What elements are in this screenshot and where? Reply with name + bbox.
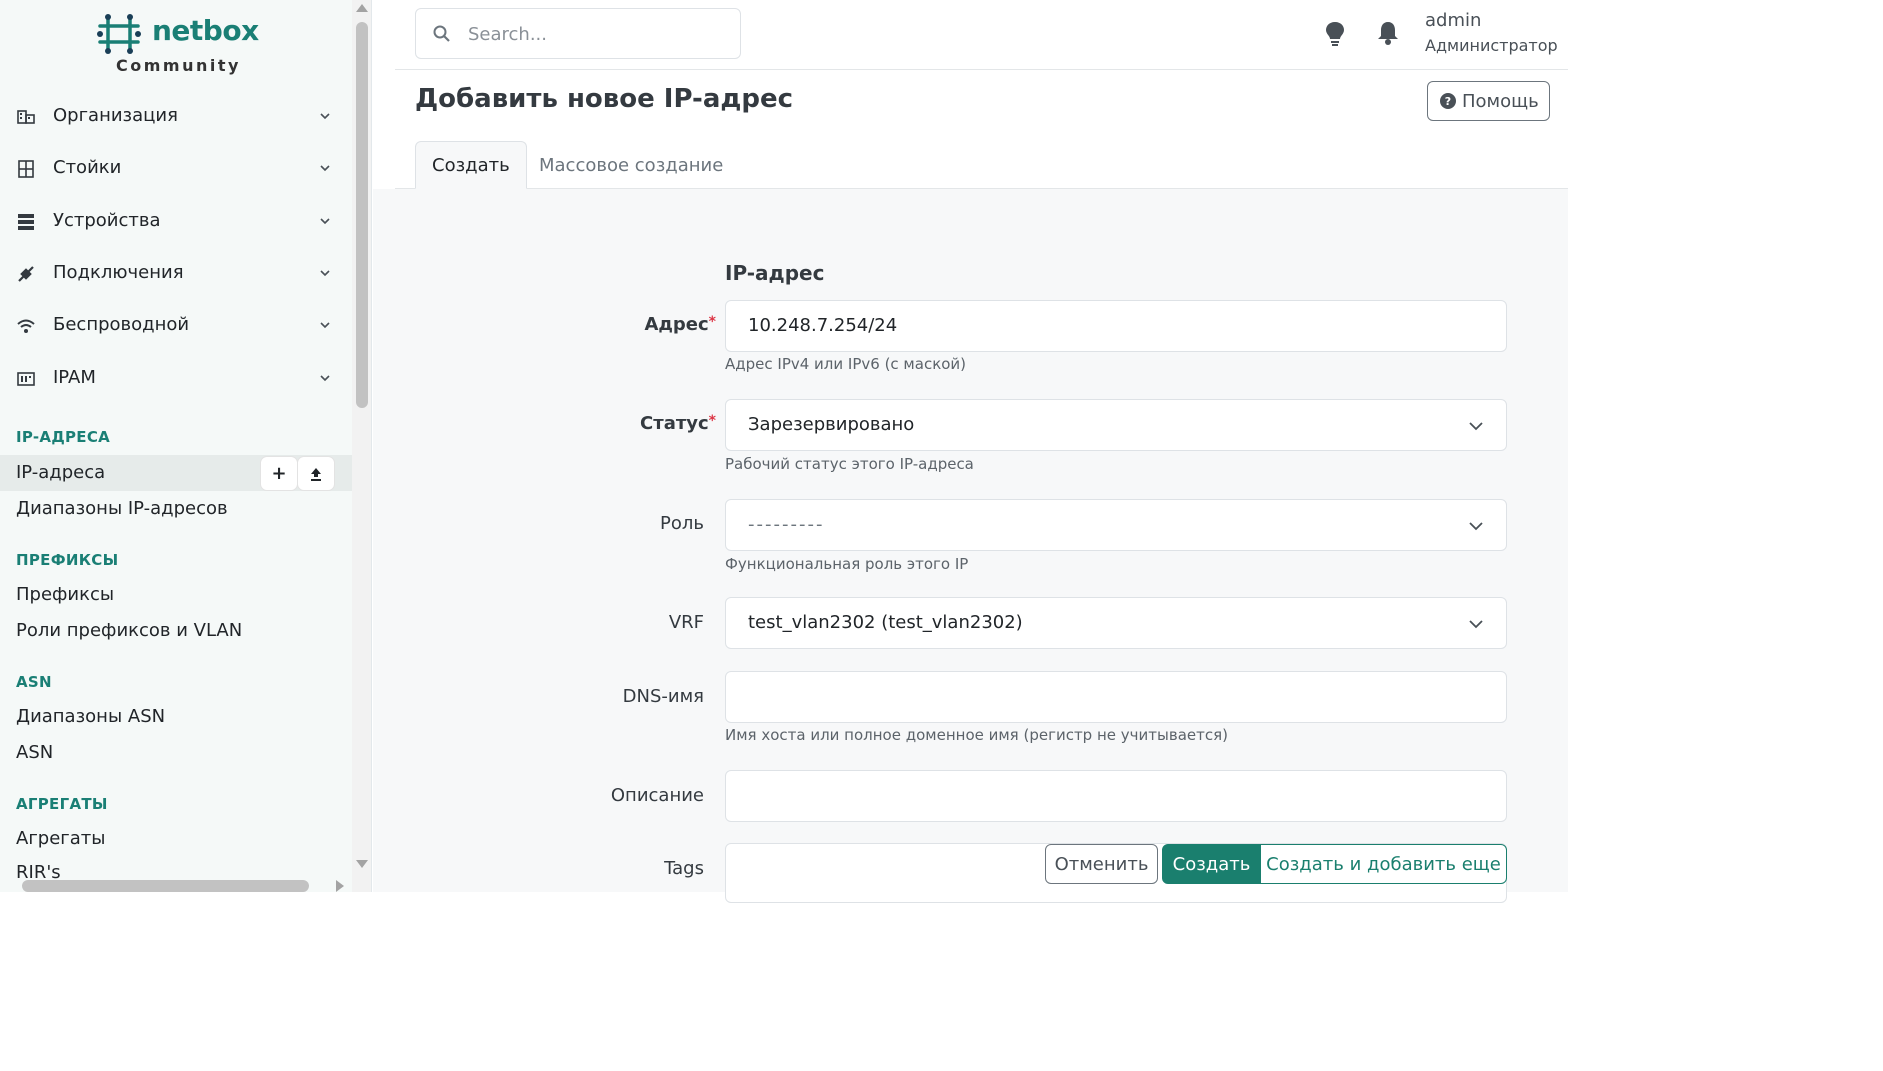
chevron-down-icon: [320, 270, 330, 277]
search-icon: [433, 25, 450, 42]
add-ip-button[interactable]: +: [261, 457, 297, 490]
lightbulb-icon[interactable]: [1324, 20, 1346, 46]
chevron-down-icon: [1469, 522, 1483, 531]
sidebar-item-prefix-roles[interactable]: Роли префиксов и VLAN: [16, 620, 242, 641]
nav-group-organization[interactable]: Организация: [0, 91, 352, 143]
nav-group-label: Беспроводной: [53, 314, 190, 335]
description-label: Описание: [610, 785, 704, 806]
section-title-prefixes: ПРЕФИКСЫ: [16, 551, 119, 569]
create-button[interactable]: Создать: [1162, 844, 1261, 884]
page-title: Добавить новое IP-адрес: [415, 84, 794, 114]
chevron-down-icon: [320, 322, 330, 329]
vrf-value: test_vlan2302 (test_vlan2302): [748, 612, 1023, 633]
nav-group-wireless[interactable]: Беспроводной: [0, 300, 352, 352]
tags-label: Tags: [664, 858, 704, 879]
status-select[interactable]: Зарезервировано: [725, 399, 1507, 451]
form-area: IP-адрес Адрес* 10.248.7.254/24 Адрес IP…: [373, 189, 1568, 903]
address-help: Адрес IPv4 или IPv6 (с маской): [725, 355, 967, 373]
required-mark: *: [708, 413, 716, 429]
nav-group-racks[interactable]: Стойки: [0, 143, 352, 195]
sidebar: netbox Community Организация Стойки Устр…: [0, 0, 372, 892]
vrf-select[interactable]: test_vlan2302 (test_vlan2302): [725, 597, 1507, 649]
tab-bulk-create[interactable]: Массовое создание: [523, 141, 739, 189]
import-ip-button[interactable]: [298, 457, 334, 490]
create-and-add-another-button[interactable]: Создать и добавить еще: [1260, 844, 1507, 884]
search-input[interactable]: [468, 21, 728, 47]
connection-icon: [18, 266, 34, 282]
nav-group-ipam[interactable]: IPAM: [0, 353, 352, 405]
chevron-down-icon: [320, 113, 330, 120]
nav-group-label: Подключения: [53, 262, 184, 283]
question-circle-icon: ?: [1440, 93, 1456, 109]
netbox-logo-icon: [97, 14, 141, 54]
chevron-down-icon: [1469, 422, 1483, 431]
sidebar-item-ip-ranges[interactable]: Диапазоны IP-адресов: [16, 498, 228, 519]
section-title-aggregates: АГРЕГАТЫ: [16, 795, 108, 813]
sidebar-scroll-thumb[interactable]: [356, 22, 368, 408]
tab-create[interactable]: Создать: [415, 141, 527, 189]
chevron-down-icon: [1469, 620, 1483, 629]
scroll-right-arrow-icon[interactable]: [336, 880, 344, 892]
top-header: admin Администратор: [395, 0, 1568, 70]
wifi-icon: [17, 319, 35, 333]
address-label: Адрес*: [385, 314, 716, 335]
role-select[interactable]: ---------: [725, 499, 1507, 551]
search-box[interactable]: [415, 8, 741, 59]
upload-icon: [311, 467, 321, 481]
chevron-down-icon: [320, 218, 330, 225]
status-label: Статус*: [385, 413, 716, 434]
rack-icon: [18, 160, 34, 178]
server-icon: [18, 214, 34, 230]
section-title-ip-addresses: IP-АДРЕСА: [16, 428, 111, 446]
status-label-text: Статус: [640, 413, 709, 434]
status-value: Зарезервировано: [748, 414, 915, 435]
sidebar-item-asn-ranges[interactable]: Диапазоны ASN: [16, 706, 165, 727]
help-button-label: Помощь: [1462, 90, 1539, 112]
vrf-label: VRF: [668, 612, 704, 633]
nav-group-label: Устройства: [53, 210, 161, 231]
section-title-asn: ASN: [16, 673, 52, 691]
user-name[interactable]: admin: [1425, 10, 1481, 31]
netbox-logo[interactable]: netbox Community: [96, 12, 259, 78]
user-role[interactable]: Администратор: [1425, 36, 1558, 55]
required-mark: *: [708, 314, 716, 330]
sidebar-item-prefixes[interactable]: Префиксы: [16, 584, 114, 605]
description-input[interactable]: [725, 770, 1507, 822]
dns-name-help: Имя хоста или полное доменное имя (регис…: [725, 726, 1228, 744]
chevron-down-icon: [320, 165, 330, 172]
nav-group-label: Стойки: [53, 157, 122, 178]
nav-group-connections[interactable]: Подключения: [0, 248, 352, 300]
sidebar-item-asn[interactable]: ASN: [16, 742, 53, 763]
scroll-down-arrow-icon[interactable]: [356, 860, 368, 868]
sidebar-item-aggregates[interactable]: Агрегаты: [16, 828, 105, 849]
role-label: Роль: [660, 513, 704, 534]
address-field[interactable]: 10.248.7.254/24: [725, 300, 1507, 352]
notification-bell-icon[interactable]: [1376, 20, 1400, 46]
domain-icon: [17, 110, 35, 124]
nav-group-label: IPAM: [53, 367, 96, 388]
sidebar-horizontal-scroll-thumb[interactable]: [22, 880, 309, 892]
logo-wordmark: netbox: [152, 14, 259, 47]
address-value: 10.248.7.254/24: [748, 315, 898, 336]
status-help: Рабочий статус этого IP-адреса: [725, 455, 974, 473]
form-section-title: IP-адрес: [725, 261, 825, 285]
dns-name-label: DNS-имя: [622, 686, 704, 707]
sidebar-item-ip-addresses[interactable]: IP-адреса: [16, 462, 105, 483]
logo-edition: Community: [116, 56, 241, 75]
chevron-down-icon: [320, 375, 330, 382]
role-value: ---------: [748, 514, 825, 535]
role-help: Функциональная роль этого IP: [725, 555, 969, 573]
cancel-button[interactable]: Отменить: [1045, 844, 1158, 884]
address-label-text: Адрес: [644, 314, 709, 335]
ipam-icon: [17, 372, 35, 386]
help-button[interactable]: ? Помощь: [1427, 81, 1550, 121]
nav-group-devices[interactable]: Устройства: [0, 196, 352, 248]
page-header: Добавить новое IP-адрес ? Помощь Создать…: [395, 70, 1568, 189]
scroll-up-arrow-icon[interactable]: [356, 4, 368, 12]
nav-group-label: Организация: [53, 105, 178, 126]
dns-name-input[interactable]: [725, 671, 1507, 723]
